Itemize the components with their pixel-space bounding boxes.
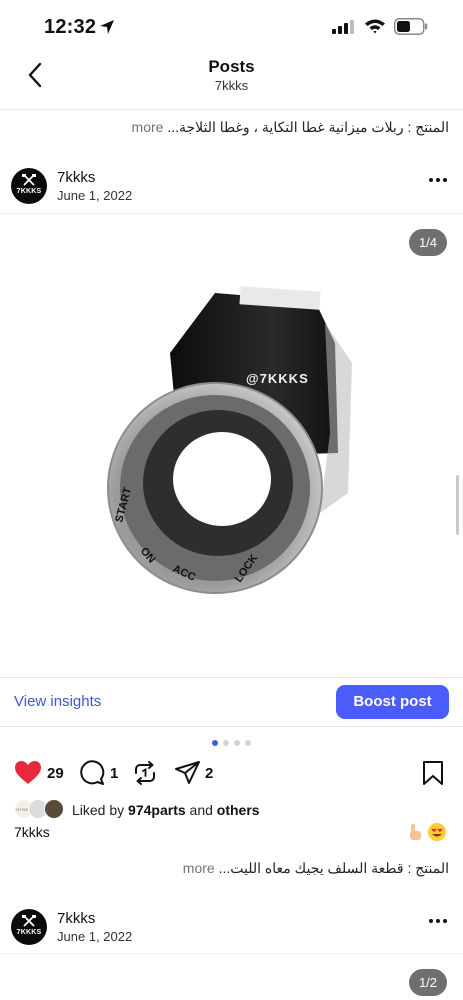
caption-owner[interactable]: 7kkks [14,824,50,840]
watermark-text: @7KKKS [246,371,309,386]
media-divider [0,953,463,954]
liked-by-text: Liked by 974parts and others [72,802,260,818]
post-media[interactable]: 1/2 [0,953,463,1000]
nav-header: Posts 7kkks [0,50,463,110]
post-caption[interactable]: المنتج : قطعة السلف يجيك معاه الليت... m… [9,860,449,877]
view-insights-link[interactable]: View insights [14,693,101,710]
heart-icon [15,761,41,784]
page-subtitle: 7kkks [214,78,249,93]
media-counter: 1/2 [409,969,447,996]
liked-by-row[interactable]: 974 PARTS Liked by 974parts and others [14,799,454,821]
liked-by-user[interactable]: 974parts [128,802,186,818]
more-options-icon[interactable] [429,919,449,925]
avatar-text: 7KKKS [16,929,42,936]
post-date: June 1, 2022 [57,929,133,944]
carousel-dots [212,740,252,746]
share-icon [175,761,200,784]
action-bar: 29 1 2 [0,758,463,788]
post-caption[interactable]: المنتج : ربلات ميزانية غطا التكاية ، وغط… [9,119,449,136]
more-options-icon[interactable] [429,178,449,184]
ignition-switch-image: @7KKKS START ON ACC LOCK [107,286,352,594]
boost-post-button[interactable]: Boost post [336,685,449,719]
like-button[interactable]: 29 [14,758,70,786]
location-arrow-icon [100,20,114,34]
caption-text: المنتج : ربلات ميزانية غطا التكاية ، وغط… [167,119,449,135]
share-count: 2 [205,765,214,782]
repost-icon [135,761,155,785]
signal-icon [332,20,354,34]
media-divider [0,213,463,214]
carousel-dot [223,740,229,746]
tools-icon [22,174,36,186]
like-count: 29 [47,765,64,782]
post-date: June 1, 2022 [57,188,133,203]
media-counter: 1/4 [409,229,447,256]
comment-count: 1 [110,765,119,782]
repost-button[interactable] [132,758,158,786]
bookmark-icon [423,761,443,785]
bookmark-button[interactable] [422,758,446,786]
battery-icon [394,18,428,35]
avatar-text: 7KKKS [16,188,42,195]
caption-text: المنتج : قطعة السلف يجيك معاه الليت... [218,860,449,876]
carousel-dot [234,740,240,746]
post-username[interactable]: 7kkks [57,169,95,186]
page-title: Posts [208,57,255,76]
caption-emojis [410,823,446,841]
caption-more-link[interactable]: more [132,119,164,135]
post-username[interactable]: 7kkks [57,910,95,927]
tools-icon [22,915,36,927]
carousel-dot [245,740,251,746]
post-media[interactable]: 1/4 @7KKKS START ON ACC LOCK [0,213,463,675]
share-button[interactable]: 2 [174,758,218,786]
wifi-icon [365,19,385,34]
avatar[interactable]: 7KKKS [11,168,47,204]
liker-avatar[interactable] [44,799,64,819]
hand-emoji-icon [410,824,421,840]
status-bar: 12:32 [0,0,463,50]
comment-icon [80,760,105,785]
avatar[interactable]: 7KKKS [11,909,47,945]
heart-eyes-emoji-icon [428,823,446,841]
carousel-dot-active [212,740,218,746]
scroll-indicator[interactable] [456,475,459,535]
caption-more-link[interactable]: more [183,860,215,876]
comment-button[interactable]: 1 [79,758,121,786]
liked-by-others[interactable]: others [217,802,260,818]
status-time: 12:32 [44,16,97,38]
insights-row: View insights Boost post [0,677,463,727]
